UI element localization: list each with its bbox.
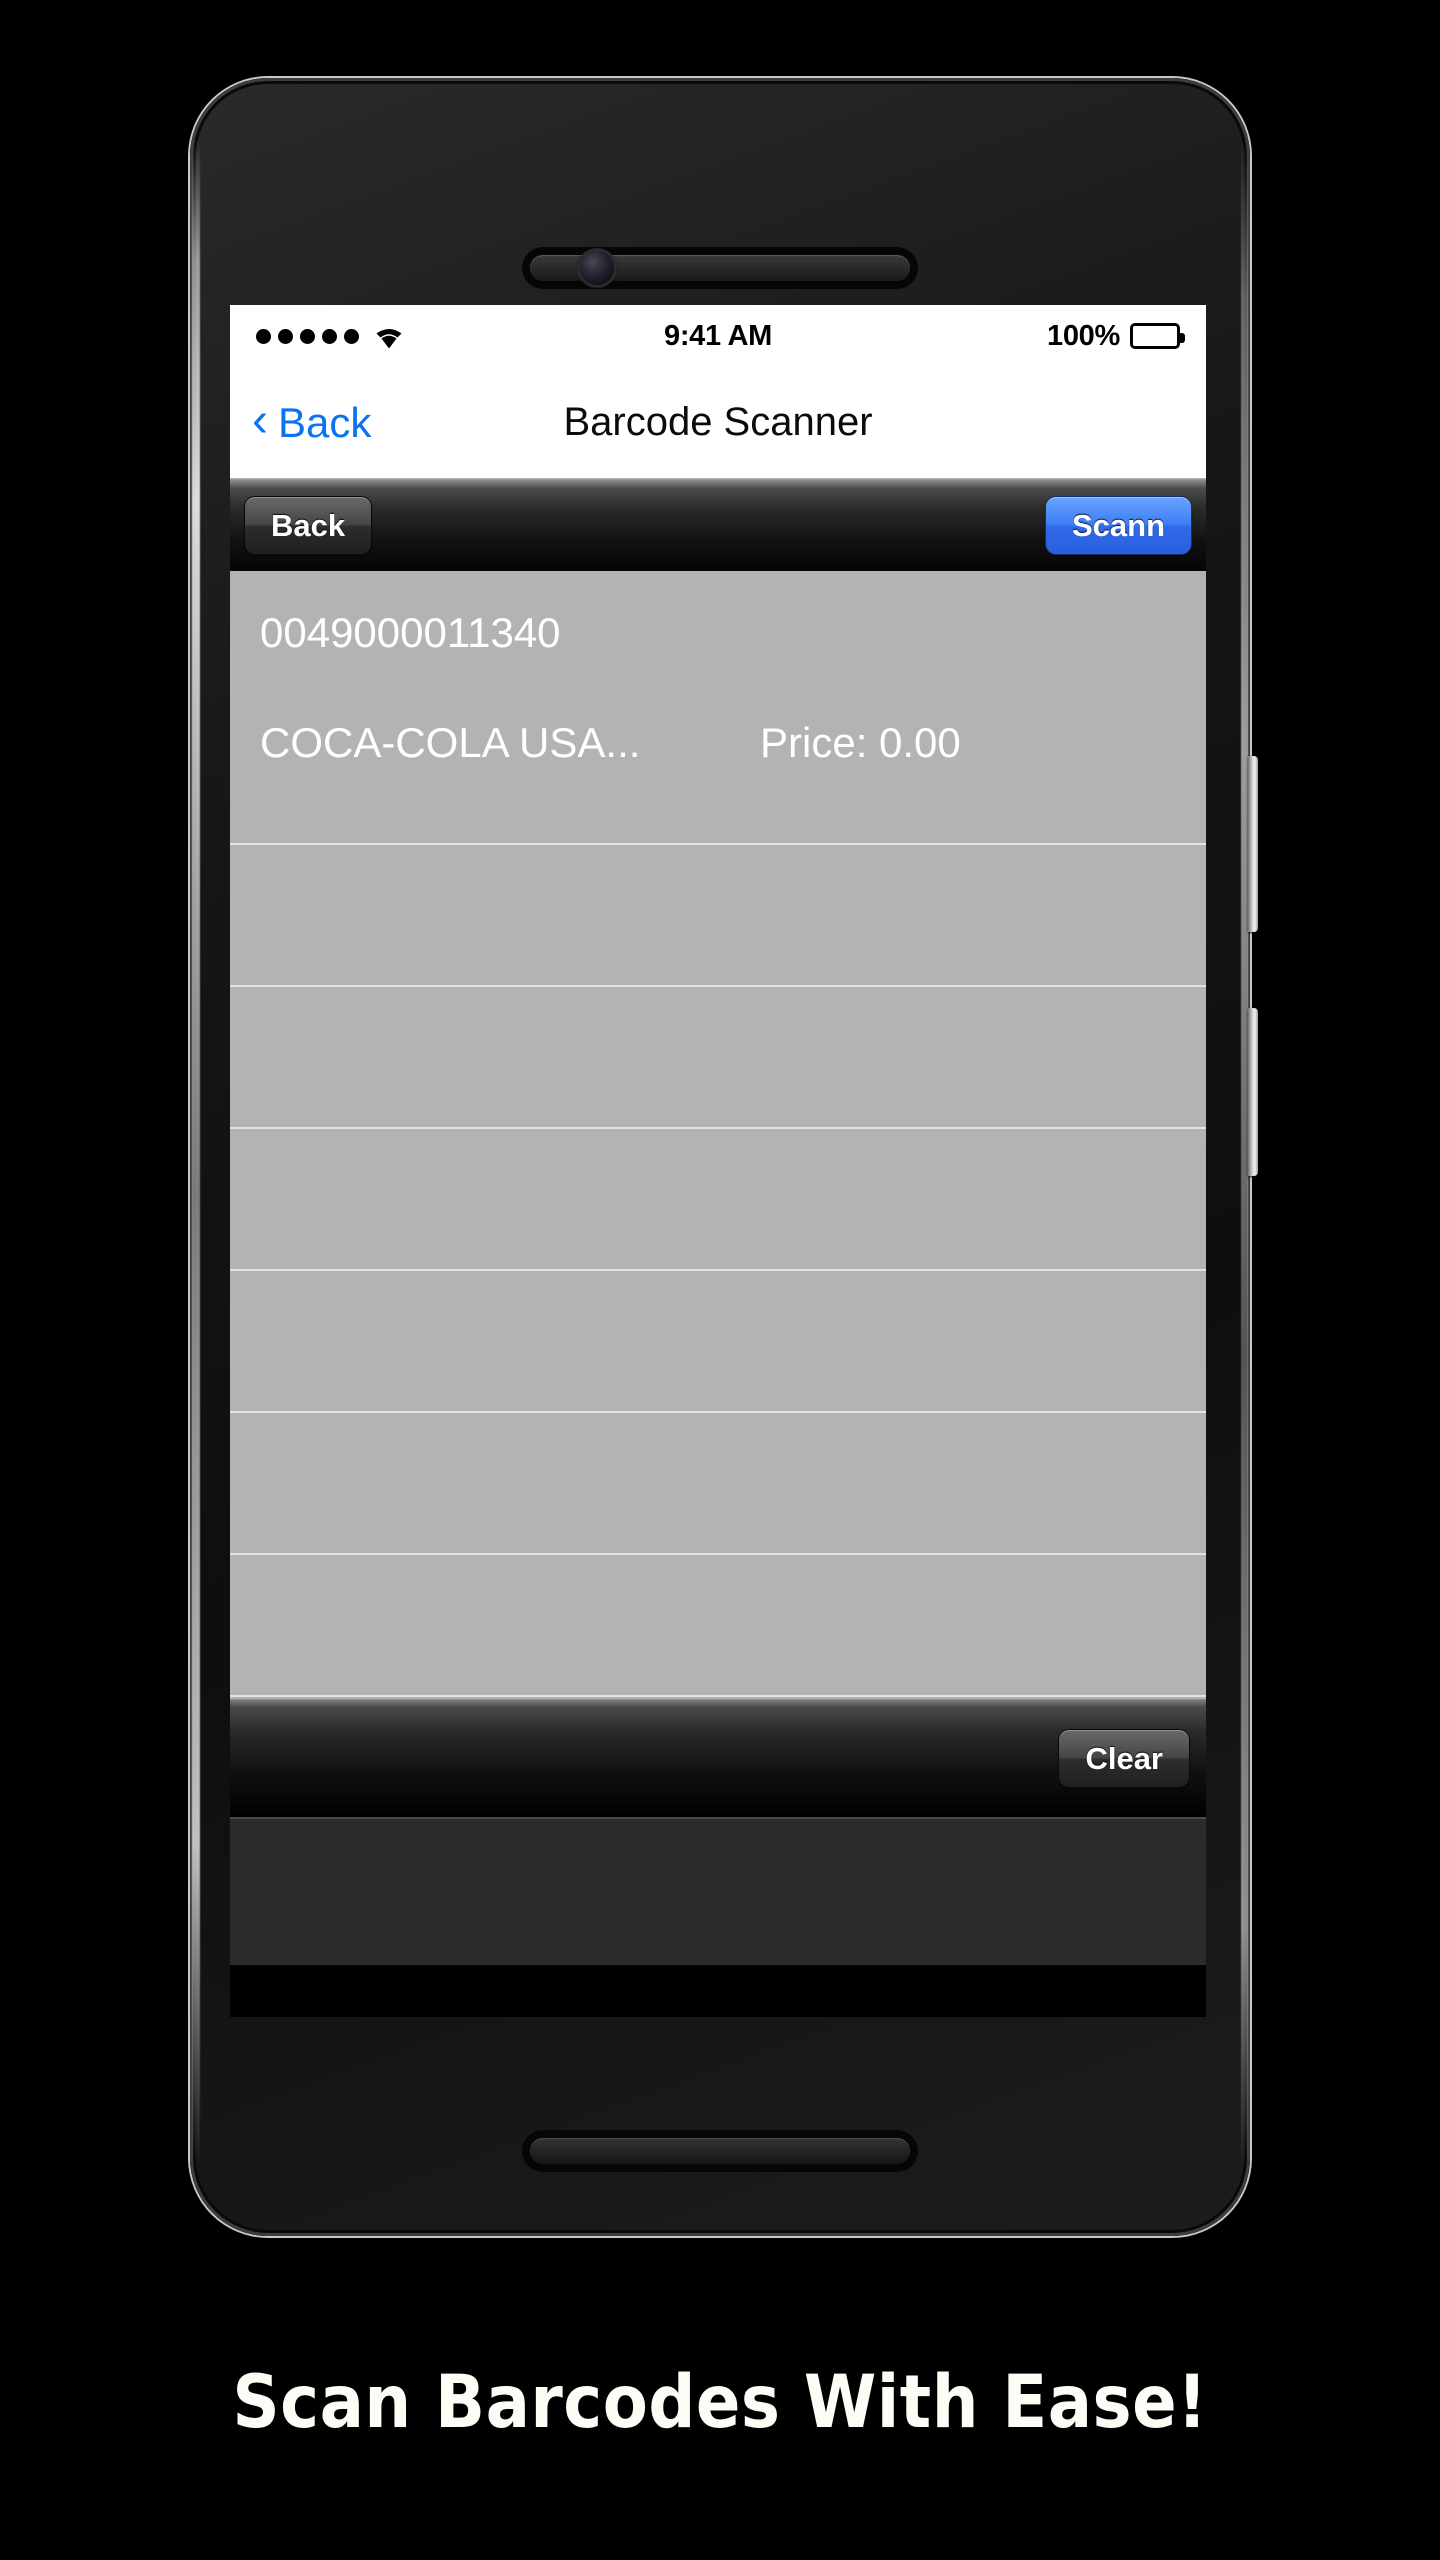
page-title: Barcode Scanner [563, 400, 873, 444]
row-barcode-value: 0049000011340 [260, 609, 561, 656]
toolbar-back-button[interactable]: Back [244, 496, 373, 555]
table-row[interactable] [230, 845, 1206, 987]
phone-screen: 9:41 AM 100% ‹ Back Barcode Scanner Back… [230, 305, 1206, 2017]
scan-button[interactable]: Scann [1044, 496, 1192, 555]
battery-cap [1180, 333, 1185, 343]
row-price: Price: 0.00 [760, 719, 961, 766]
phone-device: 9:41 AM 100% ‹ Back Barcode Scanner Back… [190, 78, 1258, 2236]
row-product-name: COCA-COLA USA... [260, 719, 641, 766]
battery-icon [1130, 323, 1185, 349]
battery-percent-label: 100% [1047, 319, 1120, 352]
phone-left-rim-highlight [192, 138, 200, 2168]
nav-back-button[interactable]: ‹ Back [252, 393, 372, 447]
chevron-left-icon: ‹ [252, 393, 268, 447]
app-top-toolbar: Back Scann [230, 479, 1206, 571]
clear-button[interactable]: Clear [1058, 1729, 1190, 1788]
table-row[interactable] [230, 1555, 1206, 1697]
bottom-speaker-icon [530, 2138, 910, 2164]
phone-right-rim-highlight [1241, 138, 1248, 2168]
row-detail: COCA-COLA USA... Price: 0.00 [260, 719, 1176, 767]
marketing-caption: Scan Barcodes With Ease! [232, 2360, 1208, 2445]
nav-back-label: Back [277, 398, 372, 446]
volume-button[interactable] [1248, 1008, 1258, 1176]
table-row[interactable]: 0049000011340 COCA-COLA USA... Price: 0.… [230, 571, 1206, 845]
status-bar-right: 100% [718, 319, 1185, 353]
app-bottom-toolbar: Clear [230, 1699, 1206, 1817]
table-row[interactable] [230, 1271, 1206, 1413]
table-row[interactable] [230, 1129, 1206, 1271]
power-button[interactable] [1248, 756, 1258, 932]
front-camera-icon [580, 251, 614, 285]
bottom-panel [230, 1817, 1206, 1965]
scanned-items-list[interactable]: 0049000011340 COCA-COLA USA... Price: 0.… [230, 571, 1206, 1699]
status-bar: 9:41 AM 100% [230, 305, 1206, 367]
table-row[interactable] [230, 987, 1206, 1129]
screenshot-canvas: 9:41 AM 100% ‹ Back Barcode Scanner Back… [0, 0, 1440, 2560]
table-row[interactable] [230, 1413, 1206, 1555]
navigation-bar: ‹ Back Barcode Scanner [230, 367, 1206, 479]
